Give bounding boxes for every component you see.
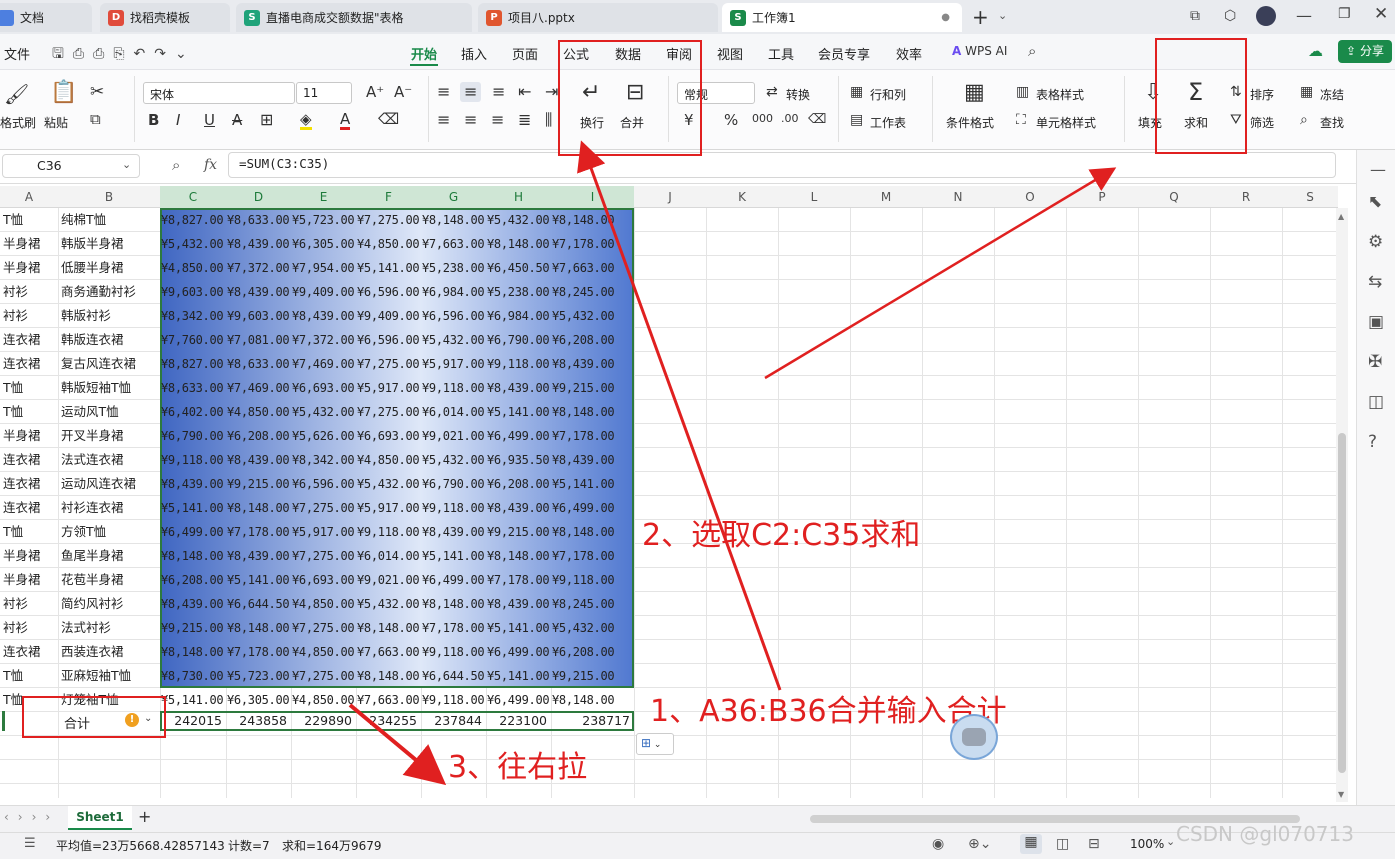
arrow-drag-right [348, 703, 447, 786]
annotation-arrows [348, 140, 1117, 786]
annotation-step2: 2、选取C2:C35求和 [642, 518, 921, 553]
arrow-to-sum [764, 167, 1117, 380]
annotation-step3: 3、往右拉 [448, 750, 588, 785]
assistant-robot-icon[interactable] [950, 714, 998, 760]
arrow-to-merge [577, 140, 782, 691]
